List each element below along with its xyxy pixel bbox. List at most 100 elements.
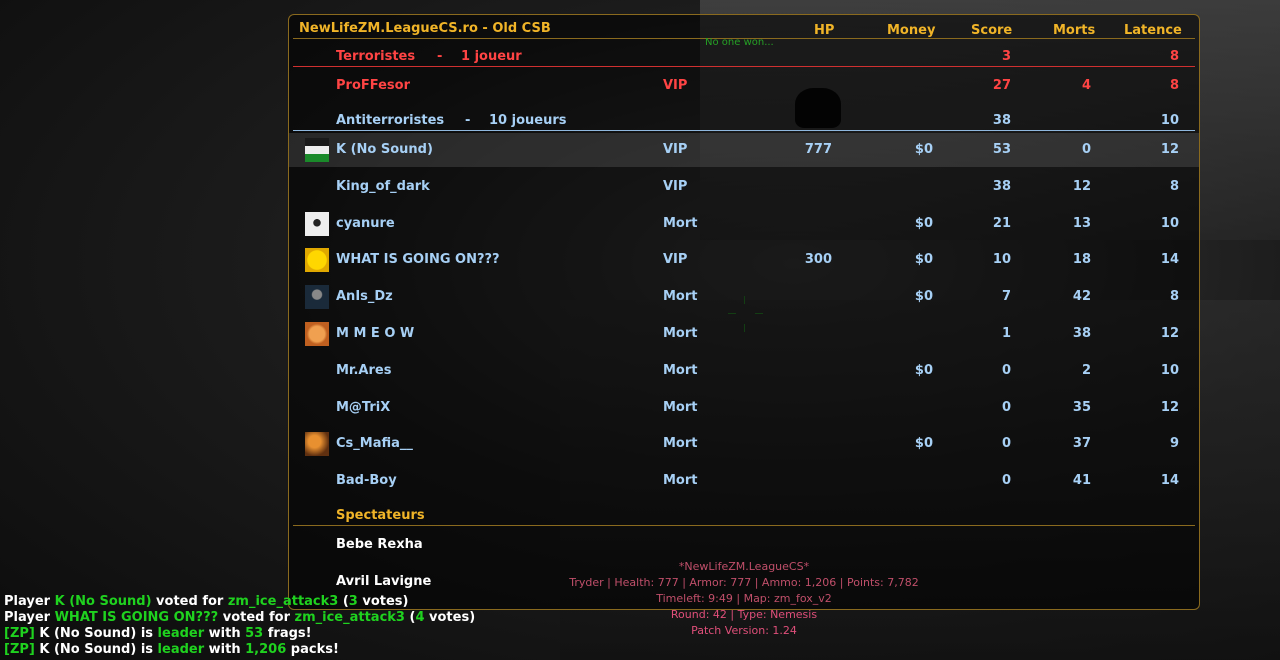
player-name: M M E O W — [336, 326, 415, 341]
player-row: M@TriX Mort 0 35 12 — [289, 391, 1199, 425]
player-name: M@TriX — [336, 399, 391, 415]
player-latence: 8 — [1169, 178, 1179, 194]
scoreboard: NewLifeZM.LeagueCS.ro - Old CSB HP Money… — [288, 14, 1200, 610]
player-row: AnIs_Dz Mort $0 7 42 8 — [289, 280, 1199, 314]
server-info-line2: Tryder | Health: 777 | Armor: 777 | Ammo… — [569, 576, 919, 589]
player-latence: 10 — [1160, 362, 1179, 378]
player-name: Bad-Boy — [336, 473, 397, 489]
player-morts: 35 — [1072, 399, 1091, 415]
player-name: cyanure — [336, 215, 395, 231]
chat-text: votes) — [357, 594, 409, 609]
chat-line: [ZP] K (No Sound) is leader with 1,206 p… — [4, 642, 339, 657]
chat-text: frags! — [263, 626, 312, 641]
player-avatar-icon — [305, 432, 329, 457]
player-score: 0 — [1001, 399, 1011, 415]
server-info-line1: *NewLifeZM.LeagueCS* — [678, 560, 810, 573]
player-morts: 37 — [1072, 436, 1091, 452]
chat-player: WHAT IS GOING ON??? — [54, 610, 219, 625]
player-morts: 18 — [1072, 252, 1091, 268]
player-money: $0 — [914, 215, 933, 231]
player-morts: 4 — [1081, 78, 1091, 93]
team-latence: 10 — [1160, 113, 1179, 128]
player-status: Mort — [663, 362, 698, 378]
player-money: $0 — [914, 289, 933, 305]
player-score: 53 — [992, 142, 1011, 157]
chat-text: voted for — [218, 610, 295, 625]
player-name: AnIs_Dz — [336, 289, 393, 305]
player-hp: 777 — [804, 142, 832, 157]
team-label: Terroristes — [336, 49, 416, 64]
team-label: Antiterroristes — [336, 113, 445, 128]
player-avatar-icon — [305, 211, 329, 236]
team-latence: 8 — [1169, 49, 1179, 64]
player-money: $0 — [914, 362, 933, 378]
chat-text: packs! — [286, 642, 339, 657]
player-avatar-icon — [305, 285, 329, 310]
server-info-line3: Timeleft: 9:49 | Map: zm_fox_v2 — [656, 592, 832, 605]
player-status: VIP — [663, 142, 688, 157]
player-latence: 8 — [1169, 78, 1179, 93]
player-latence: 12 — [1160, 399, 1179, 415]
chat-text: K (No Sound) is — [34, 626, 158, 641]
player-score: 21 — [992, 215, 1011, 231]
chat-player: K (No Sound) — [54, 594, 152, 609]
chat-votes: 4 — [415, 610, 425, 625]
server-info-line5: Patch Version: 1.24 — [691, 624, 797, 637]
server-title: NewLifeZM.LeagueCS.ro - Old CSB — [299, 21, 551, 36]
col-morts: Morts — [1053, 23, 1096, 38]
player-status: Mort — [663, 215, 698, 231]
chat-text: K (No Sound) is — [34, 642, 158, 657]
player-row: ProFFesor VIP 27 4 8 — [289, 69, 1199, 103]
player-latence: 12 — [1160, 142, 1179, 157]
player-status: Mort — [663, 436, 698, 452]
col-money: Money — [887, 23, 936, 38]
player-row: Mr.Ares Mort $0 0 2 10 — [289, 354, 1199, 388]
chat-number: 1,206 — [245, 642, 287, 657]
player-status: Mort — [663, 399, 698, 415]
chat-line: Player WHAT IS GOING ON??? voted for zm_… — [4, 610, 475, 625]
player-money: $0 — [914, 252, 933, 268]
chat-text: ( — [338, 594, 349, 609]
player-money: $0 — [914, 436, 933, 452]
ct-divider — [293, 130, 1195, 131]
player-status: Mort — [663, 289, 698, 305]
player-name: ProFFesor — [336, 78, 411, 93]
player-row: M M E O W Mort 1 38 12 — [289, 317, 1199, 351]
player-row: Cs_Mafia__ Mort $0 0 37 9 — [289, 427, 1199, 461]
player-name: WHAT IS GOING ON??? — [336, 252, 500, 268]
player-status: VIP — [663, 252, 688, 268]
player-morts: 13 — [1072, 215, 1091, 231]
player-money: $0 — [914, 142, 933, 157]
player-row: K (No Sound) VIP 777 $0 53 0 12 — [289, 133, 1199, 167]
player-status: VIP — [663, 178, 688, 194]
chat-text: votes) — [424, 610, 476, 625]
chat-votes: 3 — [348, 594, 358, 609]
player-score: 0 — [1001, 473, 1011, 489]
team-count: 1 joueur — [461, 49, 522, 64]
spectator-name: Bebe Rexha — [336, 537, 423, 552]
chat-line: Player K (No Sound) voted for zm_ice_att… — [4, 594, 409, 609]
player-name: Mr.Ares — [336, 362, 392, 378]
player-row: cyanure Mort $0 21 13 10 — [289, 207, 1199, 241]
player-name: K (No Sound) — [336, 142, 433, 157]
chat-text: voted for — [151, 594, 228, 609]
chat-highlight: leader — [157, 642, 205, 657]
chat-text: ( — [404, 610, 416, 625]
team-sep: - — [465, 113, 471, 128]
player-name: Cs_Mafia__ — [336, 436, 413, 452]
team-score: 3 — [1001, 49, 1011, 64]
player-hp: 300 — [804, 252, 832, 268]
player-latence: 9 — [1169, 436, 1179, 452]
team-count: 10 joueurs — [489, 113, 567, 128]
player-morts: 2 — [1081, 362, 1091, 378]
player-latence: 10 — [1160, 215, 1179, 231]
player-score: 10 — [992, 252, 1011, 268]
player-score: 7 — [1001, 289, 1011, 305]
player-morts: 0 — [1081, 142, 1091, 157]
spectators-divider — [293, 525, 1195, 526]
player-status: Mort — [663, 473, 698, 489]
player-row: WHAT IS GOING ON??? VIP 300 $0 10 18 14 — [289, 243, 1199, 277]
chat-map: zm_ice_attack3 — [294, 610, 405, 625]
player-score: 0 — [1001, 436, 1011, 452]
player-latence: 12 — [1160, 326, 1179, 341]
